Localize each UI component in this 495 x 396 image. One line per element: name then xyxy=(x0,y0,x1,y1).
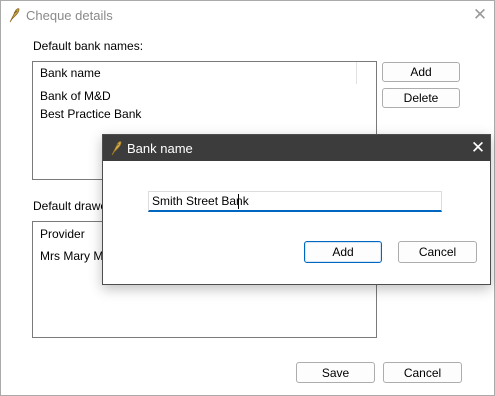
list-item[interactable]: Bank of M&D xyxy=(40,89,111,103)
delete-bank-button[interactable]: Delete xyxy=(382,88,460,108)
dialog-titlebar: Bank name ✕ xyxy=(103,135,490,161)
provider-column-header[interactable]: Provider xyxy=(40,227,85,241)
close-icon[interactable]: ✕ xyxy=(469,5,491,25)
dialog-cancel-button[interactable]: Cancel xyxy=(398,241,477,263)
window-title: Cheque details xyxy=(26,8,113,23)
close-icon[interactable]: ✕ xyxy=(467,137,489,159)
add-bank-button[interactable]: Add xyxy=(382,62,460,82)
text-caret xyxy=(238,194,239,209)
save-button[interactable]: Save xyxy=(296,362,375,383)
list-item[interactable]: Best Practice Bank xyxy=(40,107,141,121)
bank-name-column-header[interactable]: Bank name xyxy=(33,62,357,84)
cancel-button[interactable]: Cancel xyxy=(383,362,462,383)
quill-pen-icon xyxy=(109,140,123,156)
dialog-add-button[interactable]: Add xyxy=(304,241,382,263)
dialog-title: Bank name xyxy=(127,141,193,156)
bank-names-label: Default bank names: xyxy=(33,39,144,53)
bank-name-dialog: Bank name ✕ Add Cancel xyxy=(102,134,491,285)
window-titlebar: Cheque details ✕ xyxy=(1,1,494,29)
bank-name-input[interactable] xyxy=(148,191,442,212)
quill-pen-icon xyxy=(7,7,21,23)
